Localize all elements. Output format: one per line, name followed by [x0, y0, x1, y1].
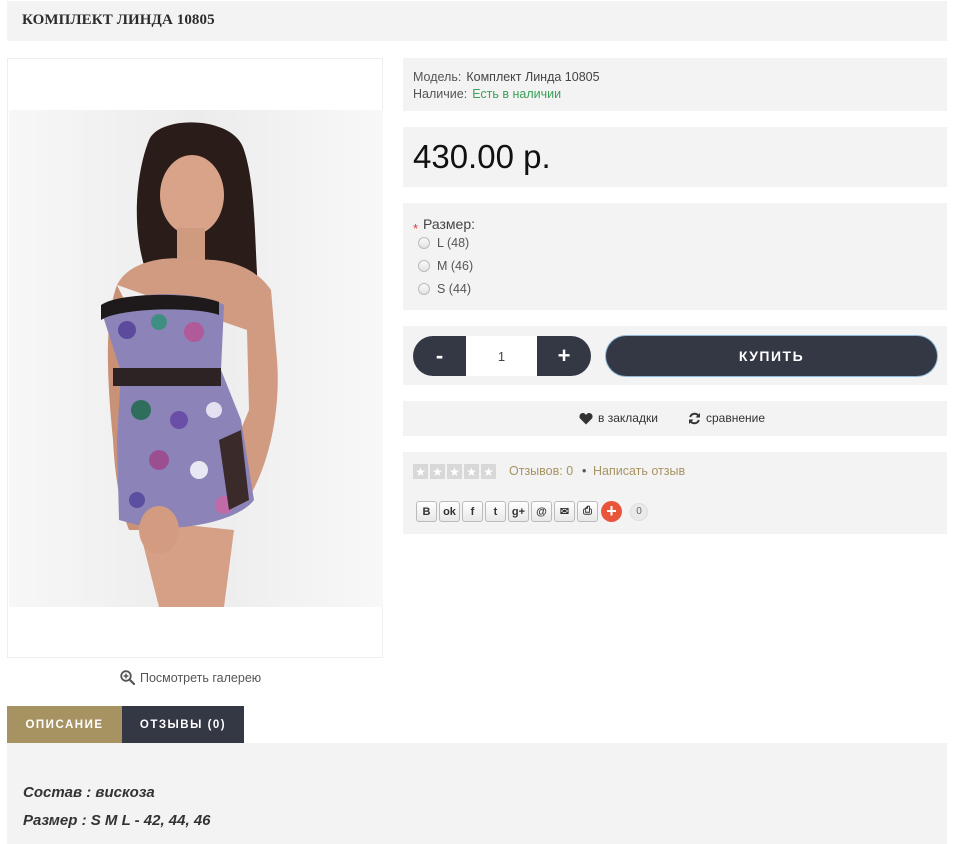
buy-button[interactable]: КУПИТЬ — [606, 336, 937, 376]
write-review-link[interactable]: Написать отзыв — [593, 464, 685, 478]
quantity-increase-button[interactable]: + — [537, 336, 591, 376]
required-mark: * — [413, 221, 419, 236]
star-icon: ★ — [430, 464, 445, 479]
options-panel: * Размер: L (48) M (46) S (44) — [403, 203, 947, 310]
price-panel: 430.00 р. — [403, 127, 947, 187]
wishlist-label: в закладки — [598, 411, 658, 425]
print-icon[interactable]: ⎙ — [577, 501, 598, 522]
star-icon: ★ — [464, 464, 479, 479]
product-tabs: ОПИСАНИЕ ОТЗЫВЫ (0) — [7, 706, 244, 743]
twitter-share-icon[interactable]: t — [485, 501, 506, 522]
cart-panel: - 1 + КУПИТЬ — [403, 326, 947, 385]
email-share-icon[interactable]: ✉ — [554, 501, 575, 522]
tab-reviews[interactable]: ОТЗЫВЫ (0) — [122, 706, 244, 743]
stock-label: Наличие: — [413, 87, 468, 101]
view-gallery-label: Посмотреть галерею — [140, 670, 262, 685]
tab-description[interactable]: ОПИСАНИЕ — [7, 706, 122, 743]
rating-stars: ★ ★ ★ ★ ★ — [413, 464, 496, 479]
quantity-decrease-button[interactable]: - — [413, 336, 466, 376]
size-option-title: Размер: — [423, 216, 476, 232]
stock-row: Наличие: Есть в наличии — [413, 86, 947, 103]
quantity-input[interactable]: 1 — [466, 336, 537, 376]
compare-label: сравнение — [706, 411, 766, 425]
star-icon: ★ — [413, 464, 428, 479]
product-title: КОМПЛЕКТ ЛИНДА 10805 — [22, 12, 215, 28]
size-option-label: M (46) — [437, 259, 474, 273]
facebook-share-icon[interactable]: f — [462, 501, 483, 522]
model-row: Модель: Комплект Линда 10805 — [413, 69, 947, 86]
review-panel: ★ ★ ★ ★ ★ Отзывов: 0 • Написать отзыв В … — [403, 452, 947, 534]
product-info-panel: Модель: Комплект Линда 10805 Наличие: Есть… — [403, 58, 947, 111]
title-bar: КОМПЛЕКТ ЛИНДА 10805 — [7, 1, 947, 41]
radio-button[interactable] — [418, 260, 430, 272]
star-icon: ★ — [481, 464, 496, 479]
size-option-label: L (48) — [437, 236, 470, 250]
star-icon: ★ — [447, 464, 462, 479]
stock-value: Есть в наличии — [472, 87, 562, 101]
separator-dot: • — [582, 464, 587, 478]
size-option-label: S (44) — [437, 282, 472, 296]
model-label: Модель: — [413, 70, 462, 84]
add-to-compare-link[interactable]: сравнение — [688, 411, 765, 425]
heart-icon — [579, 412, 593, 424]
description-composition: Состав : вискоза — [23, 784, 155, 801]
share-buttons: В ok f t g+ @ ✉ ⎙ + 0 — [416, 501, 648, 522]
wishlist-compare-panel: в закладки сравнение — [403, 401, 947, 436]
more-share-icon[interactable]: + — [601, 501, 622, 522]
add-to-wishlist-link[interactable]: в закладки — [579, 411, 658, 425]
description-panel: Состав : вискоза Размер : S M L - 42, 44… — [7, 743, 947, 844]
zoom-in-icon — [120, 670, 135, 685]
size-option-l[interactable]: L (48) — [418, 236, 469, 250]
view-gallery-link[interactable]: Посмотреть галерею — [120, 670, 261, 685]
model-value: Комплект Линда 10805 — [466, 70, 600, 84]
odnoklassniki-share-icon[interactable]: ok — [439, 501, 460, 522]
reviews-count-link[interactable]: Отзывов: 0 — [509, 464, 573, 478]
vkontakte-share-icon[interactable]: В — [416, 501, 437, 522]
product-photo[interactable] — [9, 110, 383, 607]
size-option-m[interactable]: M (46) — [418, 259, 473, 273]
price-value: 430.00 р. — [413, 138, 551, 175]
radio-button[interactable] — [418, 283, 430, 295]
radio-button[interactable] — [418, 237, 430, 249]
description-sizes: Размер : S M L - 42, 44, 46 — [23, 812, 211, 829]
product-image-frame[interactable] — [7, 58, 383, 658]
size-option-s[interactable]: S (44) — [418, 282, 471, 296]
google-plus-share-icon[interactable]: g+ — [508, 501, 529, 522]
share-count: 0 — [630, 502, 648, 521]
refresh-icon — [689, 412, 700, 424]
mail-ru-share-icon[interactable]: @ — [531, 501, 552, 522]
